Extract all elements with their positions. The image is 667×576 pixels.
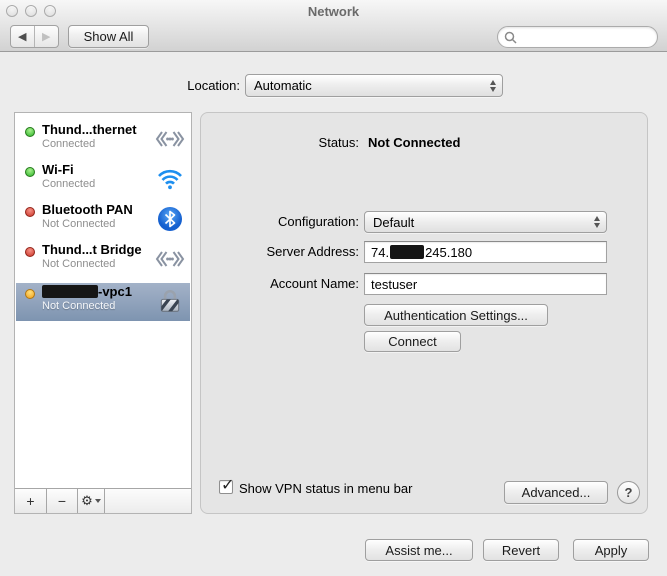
search-icon: [504, 31, 517, 44]
thunderbolt-icon: [155, 124, 185, 154]
sidebar-action-bar: + − ⚙: [15, 488, 191, 513]
search-input[interactable]: [517, 30, 637, 44]
bluetooth-icon: [155, 204, 185, 234]
connect-button[interactable]: Connect: [364, 331, 461, 352]
status-dot-orange: [25, 289, 35, 299]
wifi-icon: [155, 164, 185, 194]
checkmark-icon: ✓: [221, 475, 234, 495]
server-address-input[interactable]: 74. 245.180: [364, 241, 607, 263]
assist-me-button[interactable]: Assist me...: [365, 539, 473, 561]
account-name-value: testuser: [371, 277, 417, 292]
vpn-lock-icon: [155, 286, 185, 316]
sidebar-item-wifi[interactable]: Wi-Fi Connected: [16, 161, 190, 199]
location-popup[interactable]: Automatic: [245, 74, 503, 97]
vpn-detail-panel: Status: Not Connected Configuration: Def…: [200, 112, 648, 514]
location-label: Location:: [110, 78, 240, 93]
forward-icon: ▶: [42, 30, 50, 43]
service-actions-menu-button[interactable]: ⚙: [78, 489, 105, 513]
status-dot-red: [25, 247, 35, 257]
server-address-prefix: 74.: [371, 245, 389, 260]
history-nav: ◀ ▶: [10, 25, 59, 48]
service-name: Thund...t Bridge: [42, 242, 142, 257]
connect-label: Connect: [388, 334, 436, 349]
popup-stepper-icon: [594, 212, 600, 232]
network-services-list: Thund...thernet Connected Wi-Fi Connecte…: [14, 112, 192, 514]
gear-icon: ⚙: [81, 493, 93, 509]
status-value: Not Connected: [368, 135, 460, 150]
help-icon: ?: [625, 485, 633, 500]
revert-label: Revert: [502, 543, 540, 558]
redaction-box: [390, 245, 424, 259]
apply-button[interactable]: Apply: [573, 539, 649, 561]
show-vpn-status-label: Show VPN status in menu bar: [239, 481, 412, 496]
sidebar-item-bluetooth-pan[interactable]: Bluetooth PAN Not Connected: [16, 201, 190, 239]
remove-service-button[interactable]: −: [47, 489, 78, 513]
window-title: Network: [0, 4, 667, 19]
sidebar-item-vpn[interactable]: -vpc1 Not Connected: [16, 283, 190, 321]
location-value: Automatic: [254, 78, 312, 93]
authentication-settings-label: Authentication Settings...: [384, 308, 528, 323]
service-status: Not Connected: [42, 258, 115, 270]
authentication-settings-button[interactable]: Authentication Settings...: [364, 304, 548, 326]
service-name: Thund...thernet: [42, 122, 137, 137]
account-name-input[interactable]: testuser: [364, 273, 607, 295]
back-icon: ◀: [18, 30, 26, 43]
add-service-button[interactable]: +: [15, 489, 47, 513]
status-label: Status:: [201, 135, 359, 150]
assist-me-label: Assist me...: [385, 543, 452, 558]
apply-label: Apply: [595, 543, 628, 558]
server-address-suffix: 245.180: [425, 245, 472, 260]
status-dot-green: [25, 167, 35, 177]
service-name: Bluetooth PAN: [42, 202, 133, 217]
advanced-label: Advanced...: [522, 485, 591, 500]
service-status: Connected: [42, 178, 95, 190]
popup-stepper-icon: [490, 75, 496, 96]
service-status: Connected: [42, 138, 95, 150]
forward-button[interactable]: ▶: [35, 26, 59, 47]
status-dot-green: [25, 127, 35, 137]
advanced-button[interactable]: Advanced...: [504, 481, 608, 504]
revert-button[interactable]: Revert: [483, 539, 559, 561]
configuration-popup[interactable]: Default: [364, 211, 607, 233]
service-status: Not Connected: [42, 218, 115, 230]
thunderbolt-icon: [155, 244, 185, 274]
sidebar-item-thunderbolt-bridge[interactable]: Thund...t Bridge Not Connected: [16, 241, 190, 279]
service-name: -vpc1: [42, 284, 132, 299]
chevron-down-icon: [95, 499, 101, 503]
redaction-box: [42, 285, 98, 298]
show-all-label: Show All: [84, 29, 134, 44]
service-name: Wi-Fi: [42, 162, 74, 177]
back-button[interactable]: ◀: [11, 26, 35, 47]
show-all-button[interactable]: Show All: [68, 25, 149, 48]
service-status: Not Connected: [42, 300, 115, 312]
titlebar: Network ◀ ▶ Show All: [0, 0, 667, 52]
show-vpn-status-checkbox-row: ✓ Show VPN status in menu bar: [219, 480, 412, 496]
help-button[interactable]: ?: [617, 481, 640, 504]
configuration-label: Configuration:: [201, 214, 359, 229]
show-vpn-status-checkbox[interactable]: ✓: [219, 480, 233, 494]
search-field[interactable]: [497, 26, 658, 48]
status-dot-red: [25, 207, 35, 217]
server-address-label: Server Address:: [201, 244, 359, 259]
sidebar-item-thunderbolt-ethernet[interactable]: Thund...thernet Connected: [16, 121, 190, 159]
configuration-value: Default: [373, 215, 414, 230]
account-name-label: Account Name:: [201, 276, 359, 291]
